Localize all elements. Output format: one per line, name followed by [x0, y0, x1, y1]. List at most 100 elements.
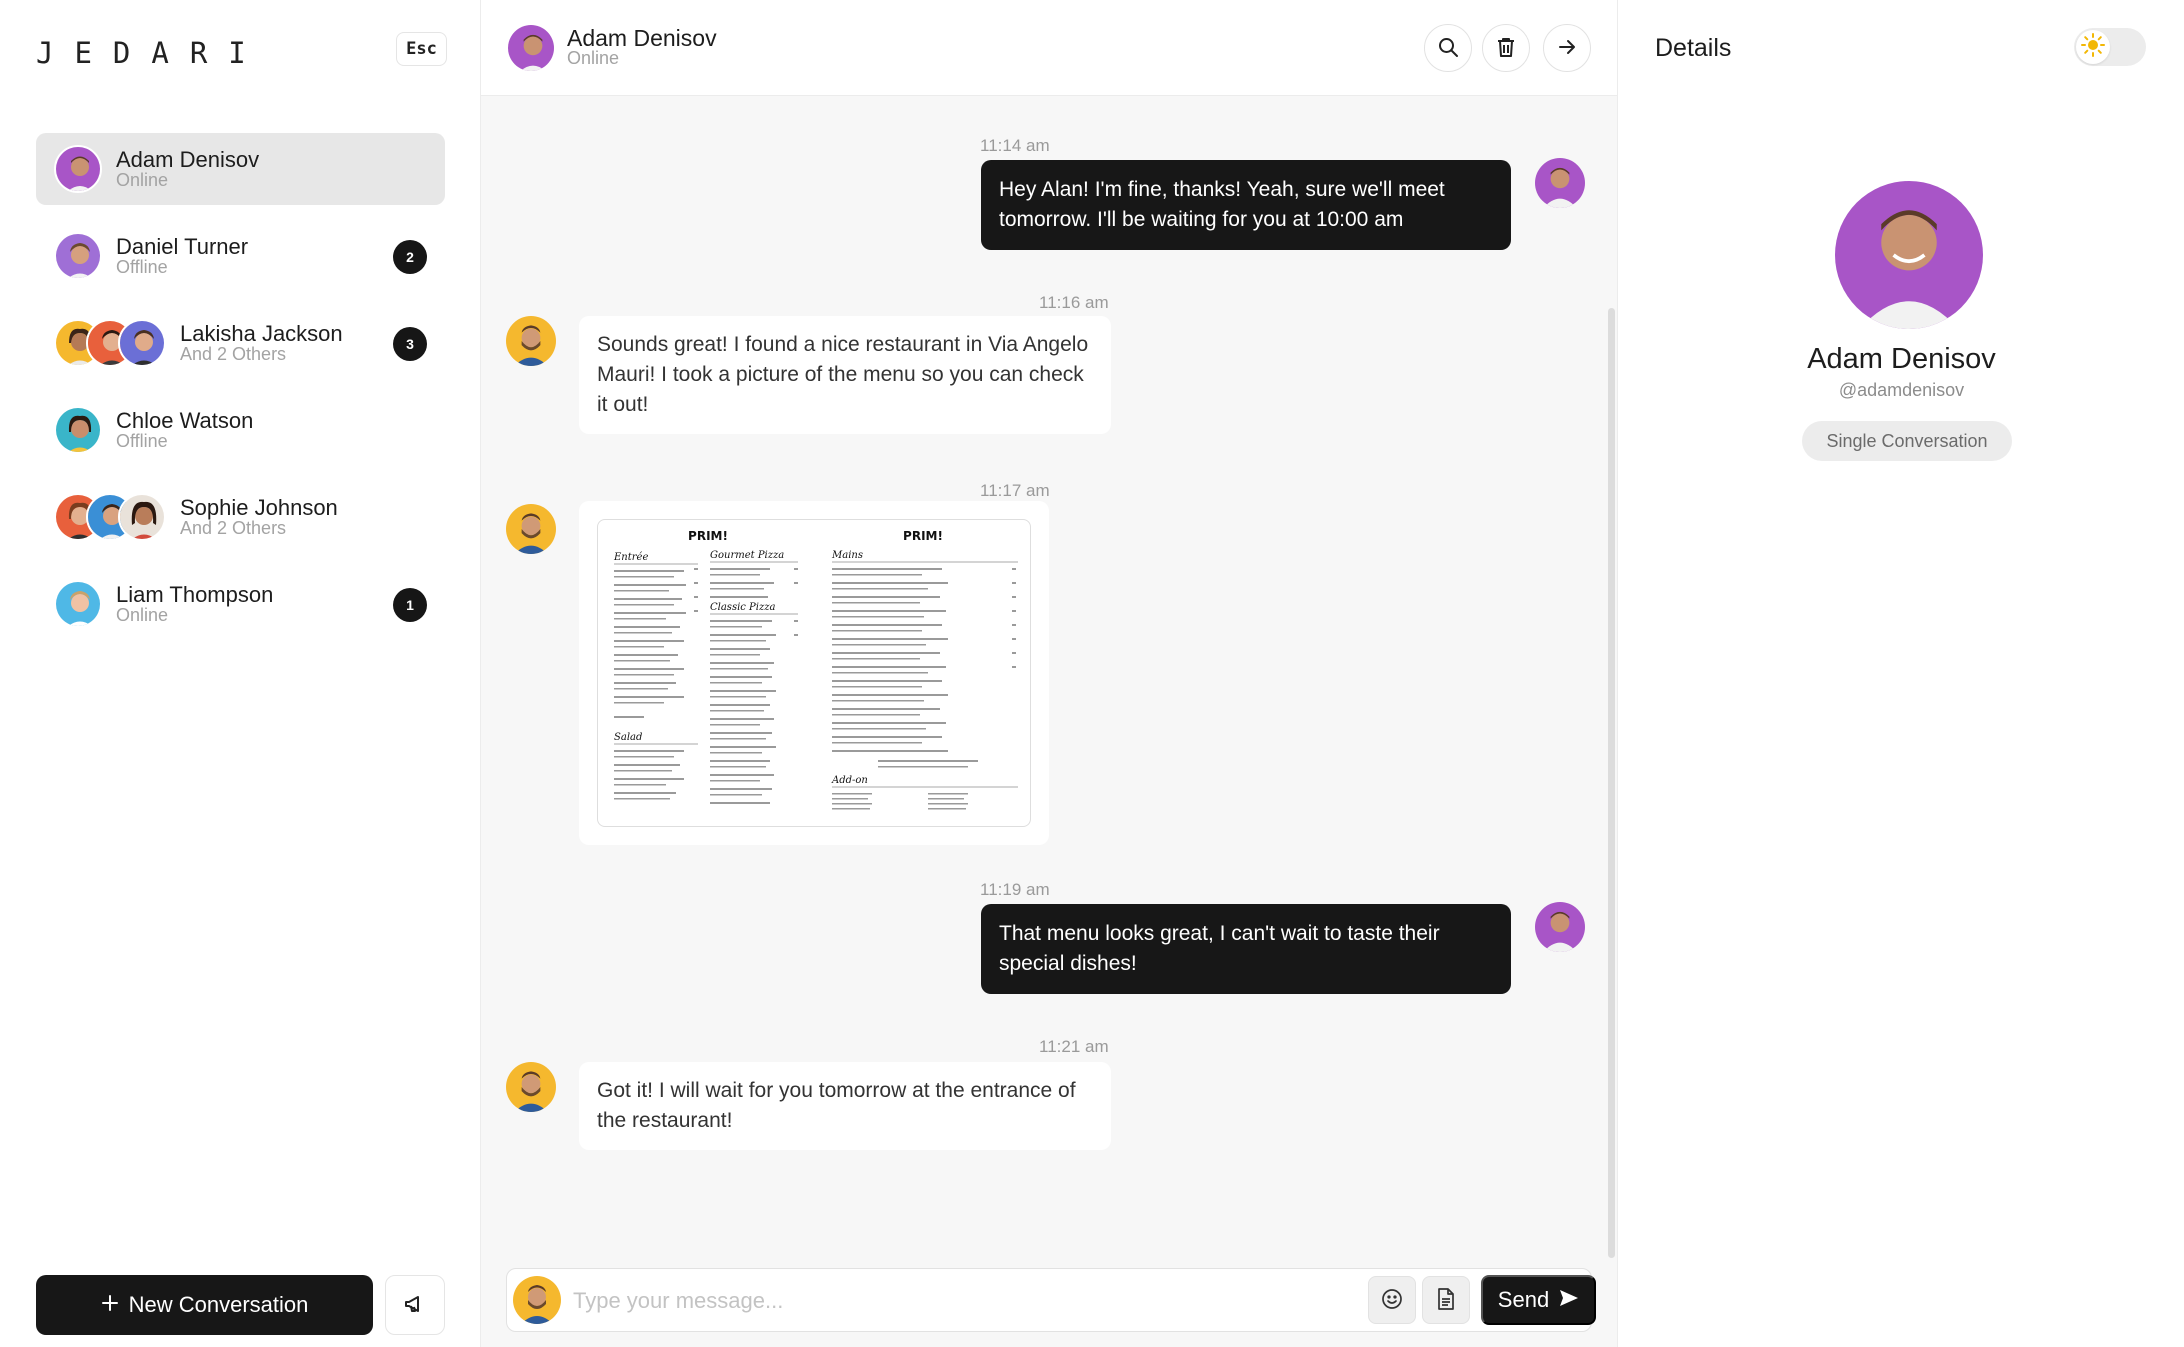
- conversation-status: Offline: [116, 431, 168, 451]
- message-bubble-outgoing: Hey Alan! I'm fine, thanks! Yeah, sure w…: [981, 160, 1511, 250]
- conversation-name: Adam Denisov: [116, 147, 260, 172]
- avatar: [54, 580, 102, 628]
- conversation-item-adam-denisov[interactable]: Adam Denisov Online: [36, 133, 445, 205]
- new-conversation-button[interactable]: New Conversation: [36, 1275, 373, 1335]
- avatar: [54, 406, 102, 454]
- menu-brand-right: PRIM!: [903, 529, 943, 543]
- message-input[interactable]: [573, 1281, 1353, 1321]
- conversation-item-sophie-johnson[interactable]: Sophie Johnson And 2 Others: [36, 481, 445, 553]
- avatar: [118, 493, 166, 541]
- message-time: 11:19 am: [980, 880, 1050, 899]
- avatar-group: [54, 493, 166, 541]
- message-bubble-incoming: Got it! I will wait for you tomorrow at …: [579, 1062, 1111, 1150]
- message-time: 11:16 am: [1039, 293, 1109, 312]
- avatar: [506, 1062, 556, 1112]
- theme-toggle[interactable]: [2074, 28, 2146, 66]
- conversation-text: Sophie Johnson And 2 Others: [180, 495, 338, 538]
- avatar: [1535, 902, 1585, 952]
- conversation-text: Daniel Turner Offline: [116, 234, 249, 277]
- attach-document-button[interactable]: [1422, 1276, 1470, 1324]
- image-attachment-card[interactable]: PRIM! PRIM! Entrée Gourmet Pizza Classic…: [579, 501, 1049, 845]
- avatar: [506, 23, 556, 73]
- plus-icon: [101, 1292, 119, 1318]
- unread-badge: 2: [393, 240, 427, 274]
- message-time: 11:17 am: [980, 481, 1050, 500]
- avatar-group: [54, 145, 102, 193]
- emoji-icon: [1380, 1287, 1404, 1314]
- forward-button[interactable]: [1543, 24, 1591, 72]
- conversation-text: Lakisha Jackson And 2 Others: [180, 321, 343, 364]
- conversation-name: Lakisha Jackson: [180, 321, 343, 346]
- conversation-item-lakisha-jackson[interactable]: Lakisha Jackson And 2 Others 3: [36, 307, 445, 379]
- menu-section: Salad: [614, 732, 642, 743]
- search-icon: [1437, 36, 1459, 61]
- emoji-button[interactable]: [1368, 1276, 1416, 1324]
- unread-badge: 1: [393, 588, 427, 622]
- conversation-status: Online: [116, 605, 169, 625]
- avatar: [506, 316, 556, 366]
- menu-section: Gourmet Pizza: [710, 550, 784, 561]
- conversation-item-daniel-turner[interactable]: Daniel Turner Offline 2: [36, 220, 445, 292]
- sun-icon: [2081, 32, 2105, 62]
- chat-contact-status: Online: [567, 48, 620, 68]
- conversation-text: Liam Thompson Online: [116, 582, 274, 625]
- conversation-status: Online: [116, 170, 169, 190]
- avatar-group: [54, 319, 166, 367]
- delete-button[interactable]: [1482, 24, 1530, 72]
- avatar-group: [54, 580, 102, 628]
- new-conversation-label: New Conversation: [128, 1292, 309, 1317]
- avatar: [513, 1276, 561, 1324]
- profile-handle: @adamdenisov: [1838, 380, 1965, 400]
- conversation-name: Liam Thompson: [116, 582, 274, 607]
- details-panel: Details Adam Denisov @adamdenisov Single…: [1617, 0, 2184, 1347]
- message-composer: Send: [506, 1268, 1596, 1332]
- avatar-group: [54, 232, 102, 280]
- avatar-group: [54, 406, 102, 454]
- conversation-text: Chloe Watson Offline: [116, 408, 254, 451]
- send-button[interactable]: Send: [1481, 1275, 1596, 1325]
- brand-logo: JEDARI: [36, 36, 267, 70]
- announcement-button[interactable]: [385, 1275, 445, 1335]
- search-button[interactable]: [1424, 24, 1472, 72]
- conversation-status: And 2 Others: [180, 344, 287, 364]
- message-bubble-incoming: Sounds great! I found a nice restaurant …: [579, 316, 1111, 434]
- menu-section: Add-on: [831, 775, 868, 786]
- conversation-name: Daniel Turner: [116, 234, 249, 259]
- menu-section: Classic Pizza: [710, 602, 776, 613]
- conversation-name: Sophie Johnson: [180, 495, 338, 520]
- profile-name: Adam Denisov: [1807, 343, 1996, 375]
- menu-image[interactable]: PRIM! PRIM! Entrée Gourmet Pizza Classic…: [597, 519, 1031, 827]
- avatar: [1535, 158, 1585, 208]
- avatar: [506, 504, 556, 554]
- message-bubble-outgoing: That menu looks great, I can't wait to t…: [981, 904, 1511, 994]
- conversation-name: Chloe Watson: [116, 408, 254, 433]
- avatar: [118, 319, 166, 367]
- arrow-right-icon: [1556, 36, 1578, 61]
- chat-panel: Adam Denisov Online 11:14 am Hey Alan! I…: [481, 0, 1617, 1347]
- avatar: [54, 232, 102, 280]
- conversation-item-chloe-watson[interactable]: Chloe Watson Offline: [36, 394, 445, 466]
- details-title: Details: [1655, 34, 1732, 62]
- document-icon: [1435, 1287, 1457, 1314]
- menu-section: Mains: [831, 550, 863, 561]
- conversation-status: And 2 Others: [180, 518, 287, 538]
- profile-avatar: [1835, 181, 1983, 329]
- conversation-item-liam-thompson[interactable]: Liam Thompson Online 1: [36, 568, 445, 640]
- message-time: 11:14 am: [980, 136, 1050, 155]
- menu-brand-left: PRIM!: [688, 529, 728, 543]
- esc-button[interactable]: Esc: [396, 32, 447, 66]
- avatar: [54, 145, 102, 193]
- sidebar: JEDARI Esc Adam Denisov Online Daniel Tu…: [0, 0, 481, 1347]
- chat-header: Adam Denisov Online: [481, 0, 1617, 96]
- conversation-type-chip: Single Conversation: [1802, 421, 2012, 461]
- conversation-status: Offline: [116, 257, 168, 277]
- chat-scrollbar[interactable]: [1608, 308, 1615, 1258]
- conversation-text: Adam Denisov Online: [116, 147, 260, 190]
- send-icon: [1559, 1287, 1579, 1313]
- trash-icon: [1495, 36, 1517, 61]
- menu-section: Entrée: [613, 552, 648, 563]
- conversation-list: Adam Denisov Online Daniel Turner Offlin…: [36, 133, 445, 655]
- megaphone-icon: [403, 1292, 427, 1319]
- app-root: JEDARI Esc Adam Denisov Online Daniel Tu…: [0, 0, 2184, 1347]
- send-label: Send: [1497, 1287, 1550, 1312]
